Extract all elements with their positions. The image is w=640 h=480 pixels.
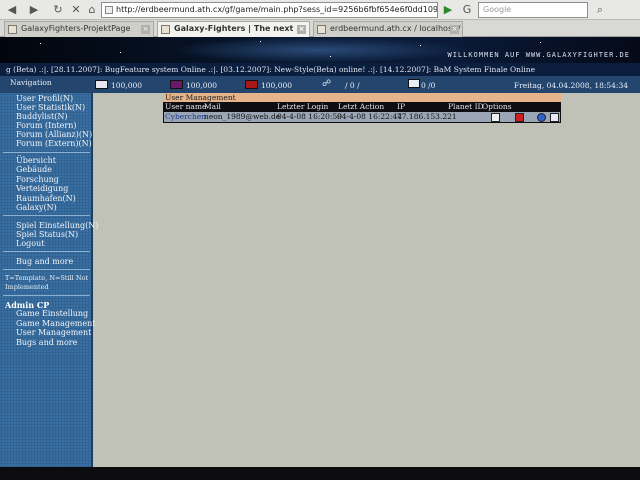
tab-label: GalaxyFighters-ProjektPage — [21, 24, 131, 33]
nav-logout[interactable]: Logout — [16, 239, 44, 248]
tab-projektpage[interactable]: GalaxyFighters-ProjektPage × — [4, 21, 154, 37]
reload-icon[interactable]: ↻ — [50, 2, 66, 18]
last-login-cell: 04-4-08 16:20:59 — [277, 112, 342, 121]
promote-icon[interactable] — [491, 113, 500, 122]
news-ticker: g (Beta) .:|. [28.11.2007]: BugFeature s… — [0, 63, 640, 76]
forward-icon[interactable]: ▶ — [26, 2, 42, 18]
nav-user-statistik[interactable]: User Statistik(N) — [16, 103, 85, 112]
tab-galaxy-fighters[interactable]: Galaxy-Fighters | The next ... × — [157, 21, 310, 37]
nav-spiel-einstellung[interactable]: Spiel Einstellung(N) — [16, 221, 98, 230]
page-icon — [317, 25, 326, 34]
fleet-value: / 0 / — [345, 81, 360, 90]
nav-divider — [3, 269, 90, 270]
site-favicon — [105, 6, 113, 14]
nav-raumhafen[interactable]: Raumhafen(N) — [16, 194, 76, 203]
table-row: Cyberchen neon_1989@web.de 04-4-08 16:20… — [163, 111, 561, 123]
ip-cell: 77.186.153.221 — [397, 112, 457, 121]
column-header: Letzter Login — [277, 102, 329, 111]
resource-swatch — [170, 80, 183, 89]
nav-divider — [3, 295, 90, 296]
nav-user-management[interactable]: User Management — [16, 328, 91, 337]
column-header: IP — [397, 102, 406, 111]
tab-bar: GalaxyFighters-ProjektPage × Galaxy-Figh… — [0, 20, 640, 37]
home-icon[interactable]: ⌂ — [84, 2, 100, 18]
header-banner: WILLKOMMEN AUF WWW.GALAXYFIGHTER.DE — [0, 37, 640, 63]
tab-localhost[interactable]: erdbeermund.ath.cx / localhost / ... × — [313, 21, 463, 37]
table-header: User name Mail Letzter Login Letzt Actio… — [163, 102, 561, 111]
search-icon[interactable]: ⌕ — [592, 2, 608, 18]
panel-title: User Management — [163, 93, 561, 102]
nav-divider — [3, 251, 90, 252]
banner-glow — [170, 37, 470, 63]
nav-bug-and-more[interactable]: Bug and more — [16, 257, 73, 266]
resource-value: 100,000 — [261, 81, 293, 90]
nav-uebersicht[interactable]: Übersicht — [16, 156, 56, 165]
address-text: http://erdbeermund.ath.cx/gf/game/main.p… — [116, 5, 438, 14]
welcome-text: WILLKOMMEN AUF WWW.GALAXYFIGHTER.DE — [447, 51, 630, 59]
nav-divider — [3, 215, 90, 216]
globe-icon[interactable] — [537, 113, 546, 122]
resource-swatch — [95, 80, 108, 89]
nav-legend-note: T=Template, N=Still Not Implemented — [5, 274, 89, 291]
nav-verteidigung[interactable]: Verteidigung — [16, 184, 68, 193]
close-icon[interactable]: × — [297, 25, 306, 34]
column-header: Options — [482, 102, 512, 111]
nav-bugs-and-more[interactable]: Bugs and more — [16, 338, 77, 347]
browser-toolbar: ◀ ▶ ↻ ✕ ⌂ http://erdbeermund.ath.cx/gf/g… — [0, 0, 640, 20]
sidebar-navigation: User Profil(N) User Statistik(N) Buddyli… — [0, 93, 98, 467]
page-icon — [8, 25, 17, 34]
back-icon[interactable]: ◀ — [4, 2, 20, 18]
nav-spiel-status[interactable]: Spiel Status(N) — [16, 230, 78, 239]
close-icon[interactable]: × — [450, 25, 459, 34]
server-date: Freitag, 04.04.2008, 18:54:34 — [513, 81, 628, 90]
user-name-cell[interactable]: Cyberchen — [165, 112, 206, 122]
mail-cell: neon_1989@web.de — [204, 112, 281, 121]
close-icon[interactable]: × — [141, 25, 150, 34]
search-placeholder: Google — [483, 5, 512, 14]
go-icon[interactable]: ▶ — [440, 2, 456, 18]
address-bar[interactable]: http://erdbeermund.ath.cx/gf/game/main.p… — [101, 2, 438, 18]
nav-user-profil[interactable]: User Profil(N) — [16, 94, 73, 103]
nav-forschung[interactable]: Forschung — [16, 175, 59, 184]
nav-game-einstellung[interactable]: Game Einstellung — [16, 309, 88, 318]
nav-forum-intern[interactable]: Forum (Intern) — [16, 121, 77, 130]
resource-bar: Navigation 100,000 100,000 100,000 ☍ / 0… — [0, 76, 640, 93]
nav-galaxy[interactable]: Galaxy(N) — [16, 203, 57, 212]
nav-divider — [3, 152, 90, 153]
nav-forum-allianz[interactable]: Forum (Allianz)(N) — [16, 130, 92, 139]
column-header: Letzt Action — [338, 102, 385, 111]
column-header: Mail — [204, 102, 221, 111]
mail-value: 0 /0 — [421, 81, 436, 90]
nav-game-management[interactable]: Game Management — [16, 319, 95, 328]
ban-icon[interactable] — [515, 113, 524, 122]
user-management-panel: User Management User name Mail Letzter L… — [163, 93, 561, 123]
tab-label: Galaxy-Fighters | The next ... — [174, 24, 306, 33]
navigation-title: Navigation — [10, 78, 52, 87]
mail-icon[interactable] — [550, 113, 559, 122]
fleet-icon: ☍ — [322, 79, 332, 89]
nav-forum-extern[interactable]: Forum (Extern)(N) — [16, 139, 92, 148]
column-header: Planet ID — [448, 102, 484, 111]
resource-value: 100,000 — [186, 81, 218, 90]
search-input[interactable]: Google — [478, 2, 588, 18]
resource-swatch — [245, 80, 258, 89]
page-icon — [161, 25, 170, 34]
nav-buddylist[interactable]: Buddylist(N) — [16, 112, 67, 121]
page-bottom-bar — [0, 467, 640, 480]
nav-gebaeude[interactable]: Gebäude — [16, 165, 52, 174]
column-header: User name — [165, 102, 207, 111]
mail-icon — [408, 79, 420, 88]
search-engine-icon[interactable]: G — [459, 2, 475, 18]
resource-value: 100,000 — [111, 81, 143, 90]
tab-label: erdbeermund.ath.cx / localhost / ... — [330, 24, 463, 33]
last-action-cell: 04-4-08 16:22:44 — [337, 112, 402, 121]
stop-icon[interactable]: ✕ — [68, 2, 84, 18]
